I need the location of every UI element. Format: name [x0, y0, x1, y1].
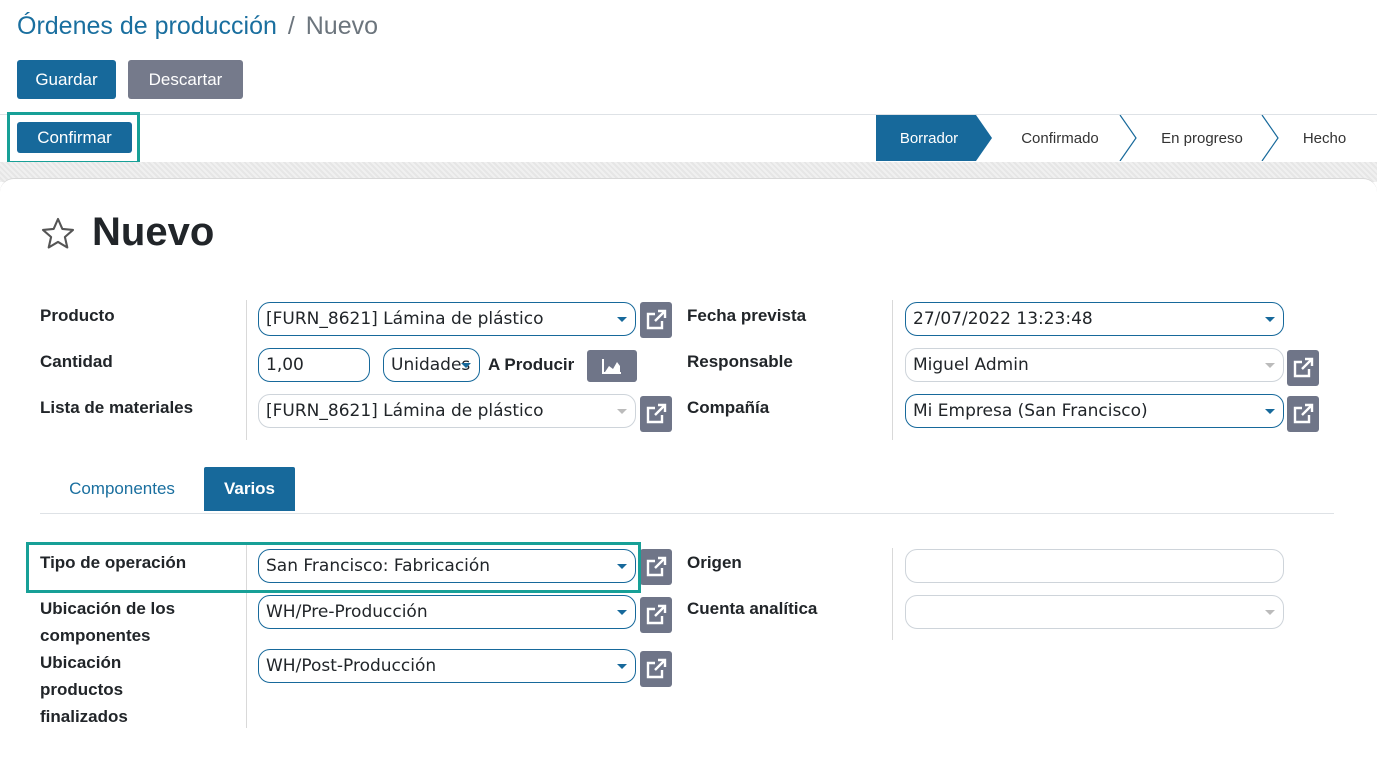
components-location-field[interactable]: WH/Pre-Producción [258, 595, 636, 629]
origin-label: Origen [687, 553, 742, 572]
product-value: [FURN_8621] Lámina de plástico [266, 309, 544, 329]
date-field[interactable]: 27/07/2022 13:23:48 [905, 302, 1284, 336]
uom-value: Unidades [391, 355, 471, 375]
bom-value: [FURN_8621] Lámina de plástico [266, 401, 544, 421]
area-chart-icon [602, 359, 621, 374]
chevron-down-icon[interactable] [1265, 409, 1275, 414]
company-label: Compañía [687, 398, 770, 417]
analytic-account-label: Cuenta analítica [687, 599, 818, 618]
separator-line [892, 300, 893, 440]
stage-draft[interactable]: Borrador [876, 115, 992, 161]
stage-in-progress[interactable]: En progreso [1136, 115, 1268, 161]
responsible-field[interactable]: Miguel Admin [905, 348, 1284, 382]
external-link-icon [646, 556, 667, 577]
product-field[interactable]: [FURN_8621] Lámina de plástico [258, 302, 636, 336]
external-link-icon [646, 604, 667, 625]
company-external-link-button[interactable] [1287, 396, 1319, 432]
quantity-label: Cantidad [40, 352, 113, 371]
breadcrumb-current: Nuevo [305, 12, 379, 40]
external-link-icon [1293, 357, 1314, 378]
company-field[interactable]: Mi Empresa (San Francisco) [905, 394, 1284, 428]
finished-location-value: WH/Post-Producción [266, 656, 437, 676]
external-link-icon [1293, 403, 1314, 424]
chevron-down-icon[interactable] [617, 317, 627, 322]
uom-field[interactable]: Unidades [383, 348, 480, 382]
bom-label: Lista de materiales [40, 398, 194, 417]
finished-location-field[interactable]: WH/Post-Producción [258, 649, 636, 683]
external-link-icon [646, 658, 667, 679]
external-link-icon [646, 309, 667, 330]
origin-input[interactable] [905, 549, 1284, 583]
chevron-down-icon[interactable] [617, 664, 627, 669]
components-location-value: WH/Pre-Producción [266, 602, 428, 622]
finished-location-label-line2: productos [40, 680, 124, 699]
stage-confirmed[interactable]: Confirmado [992, 115, 1128, 161]
breadcrumb-separator: / [287, 12, 295, 40]
separator-line [246, 300, 247, 440]
product-label: Producto [40, 306, 115, 325]
stage-done[interactable]: Hecho [1272, 115, 1377, 161]
chevron-down-icon[interactable] [1265, 363, 1275, 368]
components-location-label-line1: Ubicación de los [40, 599, 176, 618]
product-external-link-button[interactable] [640, 302, 672, 338]
forecast-report-button[interactable] [587, 350, 637, 382]
responsible-value: Miguel Admin [913, 355, 1029, 375]
responsible-label: Responsable [687, 352, 793, 371]
operation-type-external-link-button[interactable] [640, 549, 672, 585]
components-location-external-link-button[interactable] [640, 597, 672, 633]
date-label: Fecha prevista [687, 306, 807, 325]
to-produce-label: A Producir [488, 355, 575, 374]
save-button[interactable]: Guardar [17, 60, 116, 99]
chevron-down-icon[interactable] [461, 363, 471, 368]
company-value: Mi Empresa (San Francisco) [913, 401, 1148, 421]
quantity-field[interactable]: 1,00 [258, 348, 370, 382]
components-location-label-line2: componentes [40, 626, 151, 645]
breadcrumb: Órdenes de producción / Nuevo [17, 12, 378, 41]
finished-location-external-link-button[interactable] [640, 651, 672, 687]
separator-line [892, 548, 893, 640]
quantity-value: 1,00 [266, 355, 304, 375]
bom-field[interactable]: [FURN_8621] Lámina de plástico [258, 394, 636, 428]
analytic-account-field[interactable] [905, 595, 1284, 629]
tab-divider [40, 513, 1334, 514]
chevron-down-icon[interactable] [1265, 610, 1275, 615]
chevron-down-icon[interactable] [617, 409, 627, 414]
discard-button[interactable]: Descartar [128, 60, 243, 99]
date-value: 27/07/2022 13:23:48 [913, 309, 1093, 329]
operation-type-highlight-box [26, 542, 641, 593]
external-link-icon [646, 403, 667, 424]
tab-misc[interactable]: Varios [204, 467, 295, 511]
stage-arrow-icon [1119, 115, 1137, 161]
chevron-down-icon[interactable] [617, 610, 627, 615]
chevron-down-icon[interactable] [1265, 317, 1275, 322]
finished-location-label-line3: finalizados [40, 707, 128, 726]
bom-external-link-button[interactable] [640, 396, 672, 432]
confirm-highlight-box [7, 112, 140, 164]
responsible-external-link-button[interactable] [1287, 350, 1319, 386]
breadcrumb-parent-link[interactable]: Órdenes de producción [17, 12, 277, 40]
record-title: Nuevo [92, 210, 215, 254]
tab-components[interactable]: Componentes [40, 467, 204, 511]
finished-location-label-line1: Ubicación [40, 653, 122, 672]
star-icon[interactable] [40, 216, 76, 252]
